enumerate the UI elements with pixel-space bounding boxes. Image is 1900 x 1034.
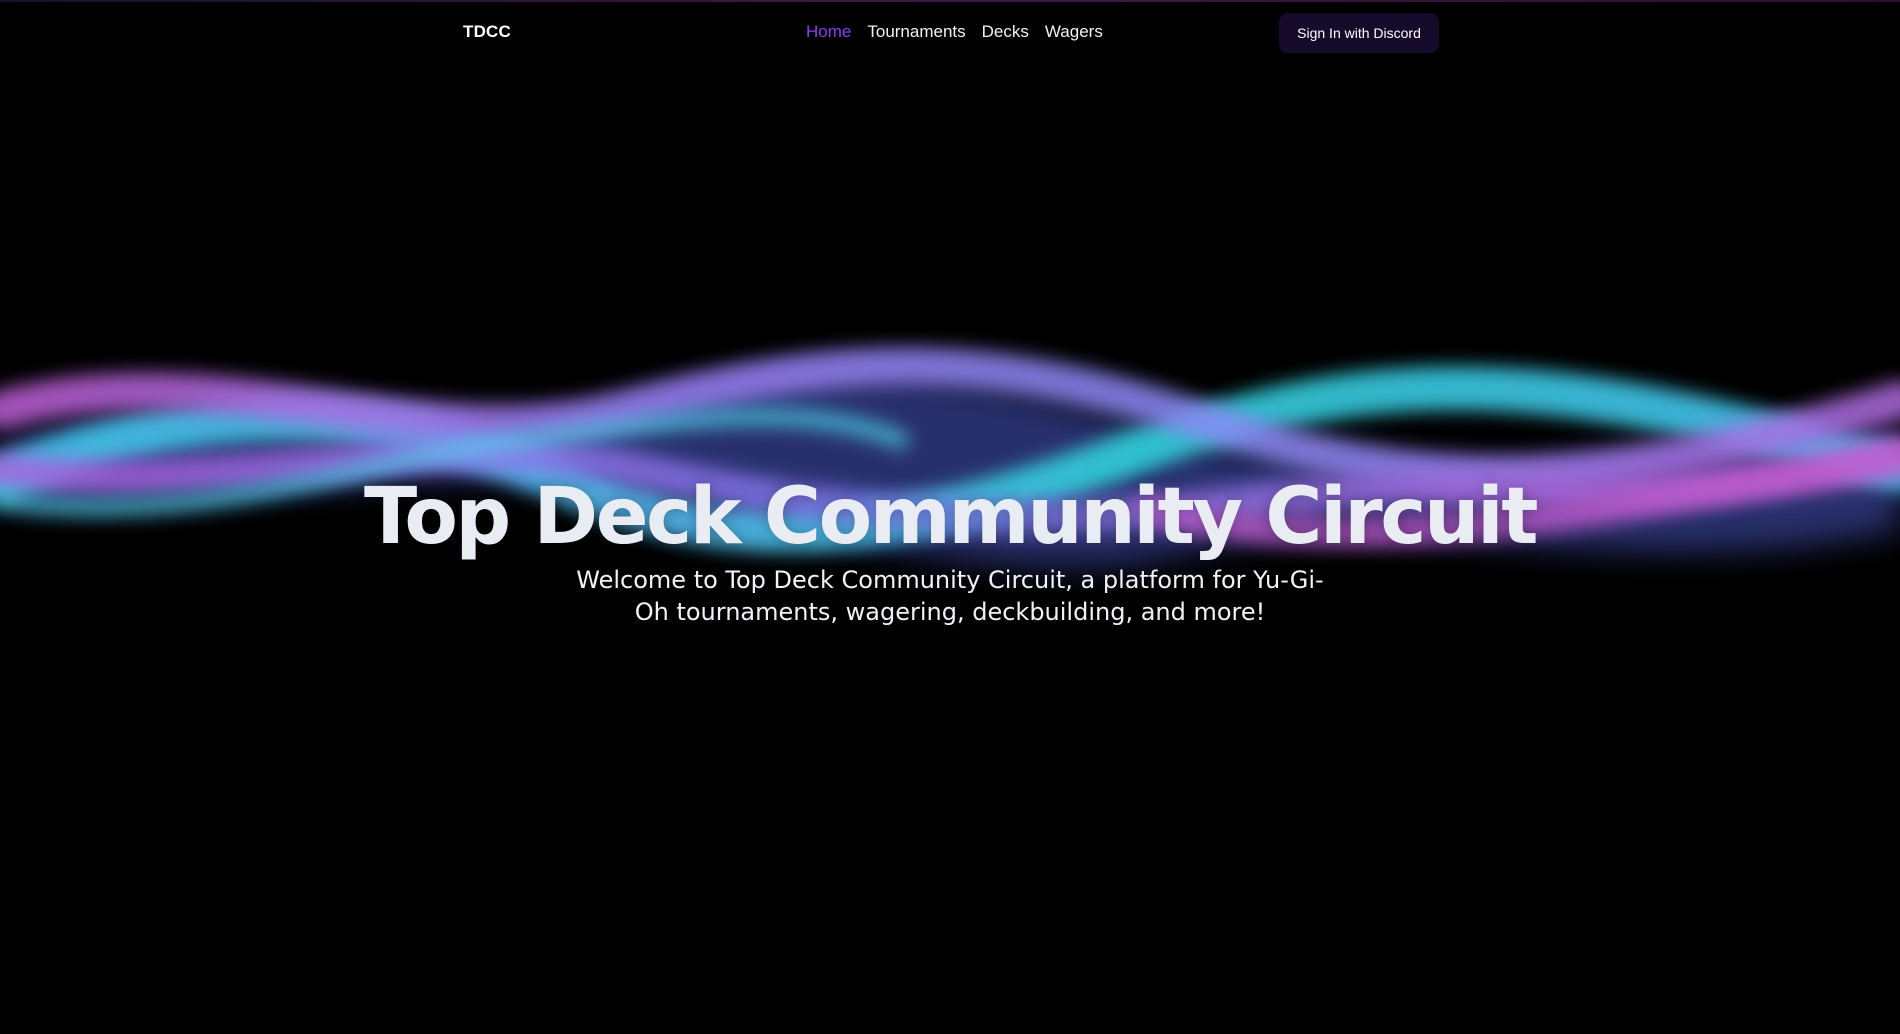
hero-section: Top Deck Community Circuit Welcome to To… — [0, 470, 1900, 628]
landing-page: TDCC Home Tournaments Decks Wagers Sign … — [0, 0, 1900, 1034]
nav-links: Home Tournaments Decks Wagers — [806, 22, 1103, 42]
brand-logo[interactable]: TDCC — [463, 22, 511, 42]
nav-link-home[interactable]: Home — [806, 22, 851, 42]
sign-in-discord-button[interactable]: Sign In with Discord — [1279, 13, 1439, 53]
nav-link-decks[interactable]: Decks — [982, 22, 1029, 42]
navbar: TDCC Home Tournaments Decks Wagers Sign … — [0, 0, 1900, 66]
hero-title: Top Deck Community Circuit — [363, 472, 1539, 562]
nav-link-tournaments[interactable]: Tournaments — [867, 22, 965, 42]
hero-subtitle: Welcome to Top Deck Community Circuit, a… — [576, 566, 1324, 626]
nav-link-wagers[interactable]: Wagers — [1045, 22, 1103, 42]
